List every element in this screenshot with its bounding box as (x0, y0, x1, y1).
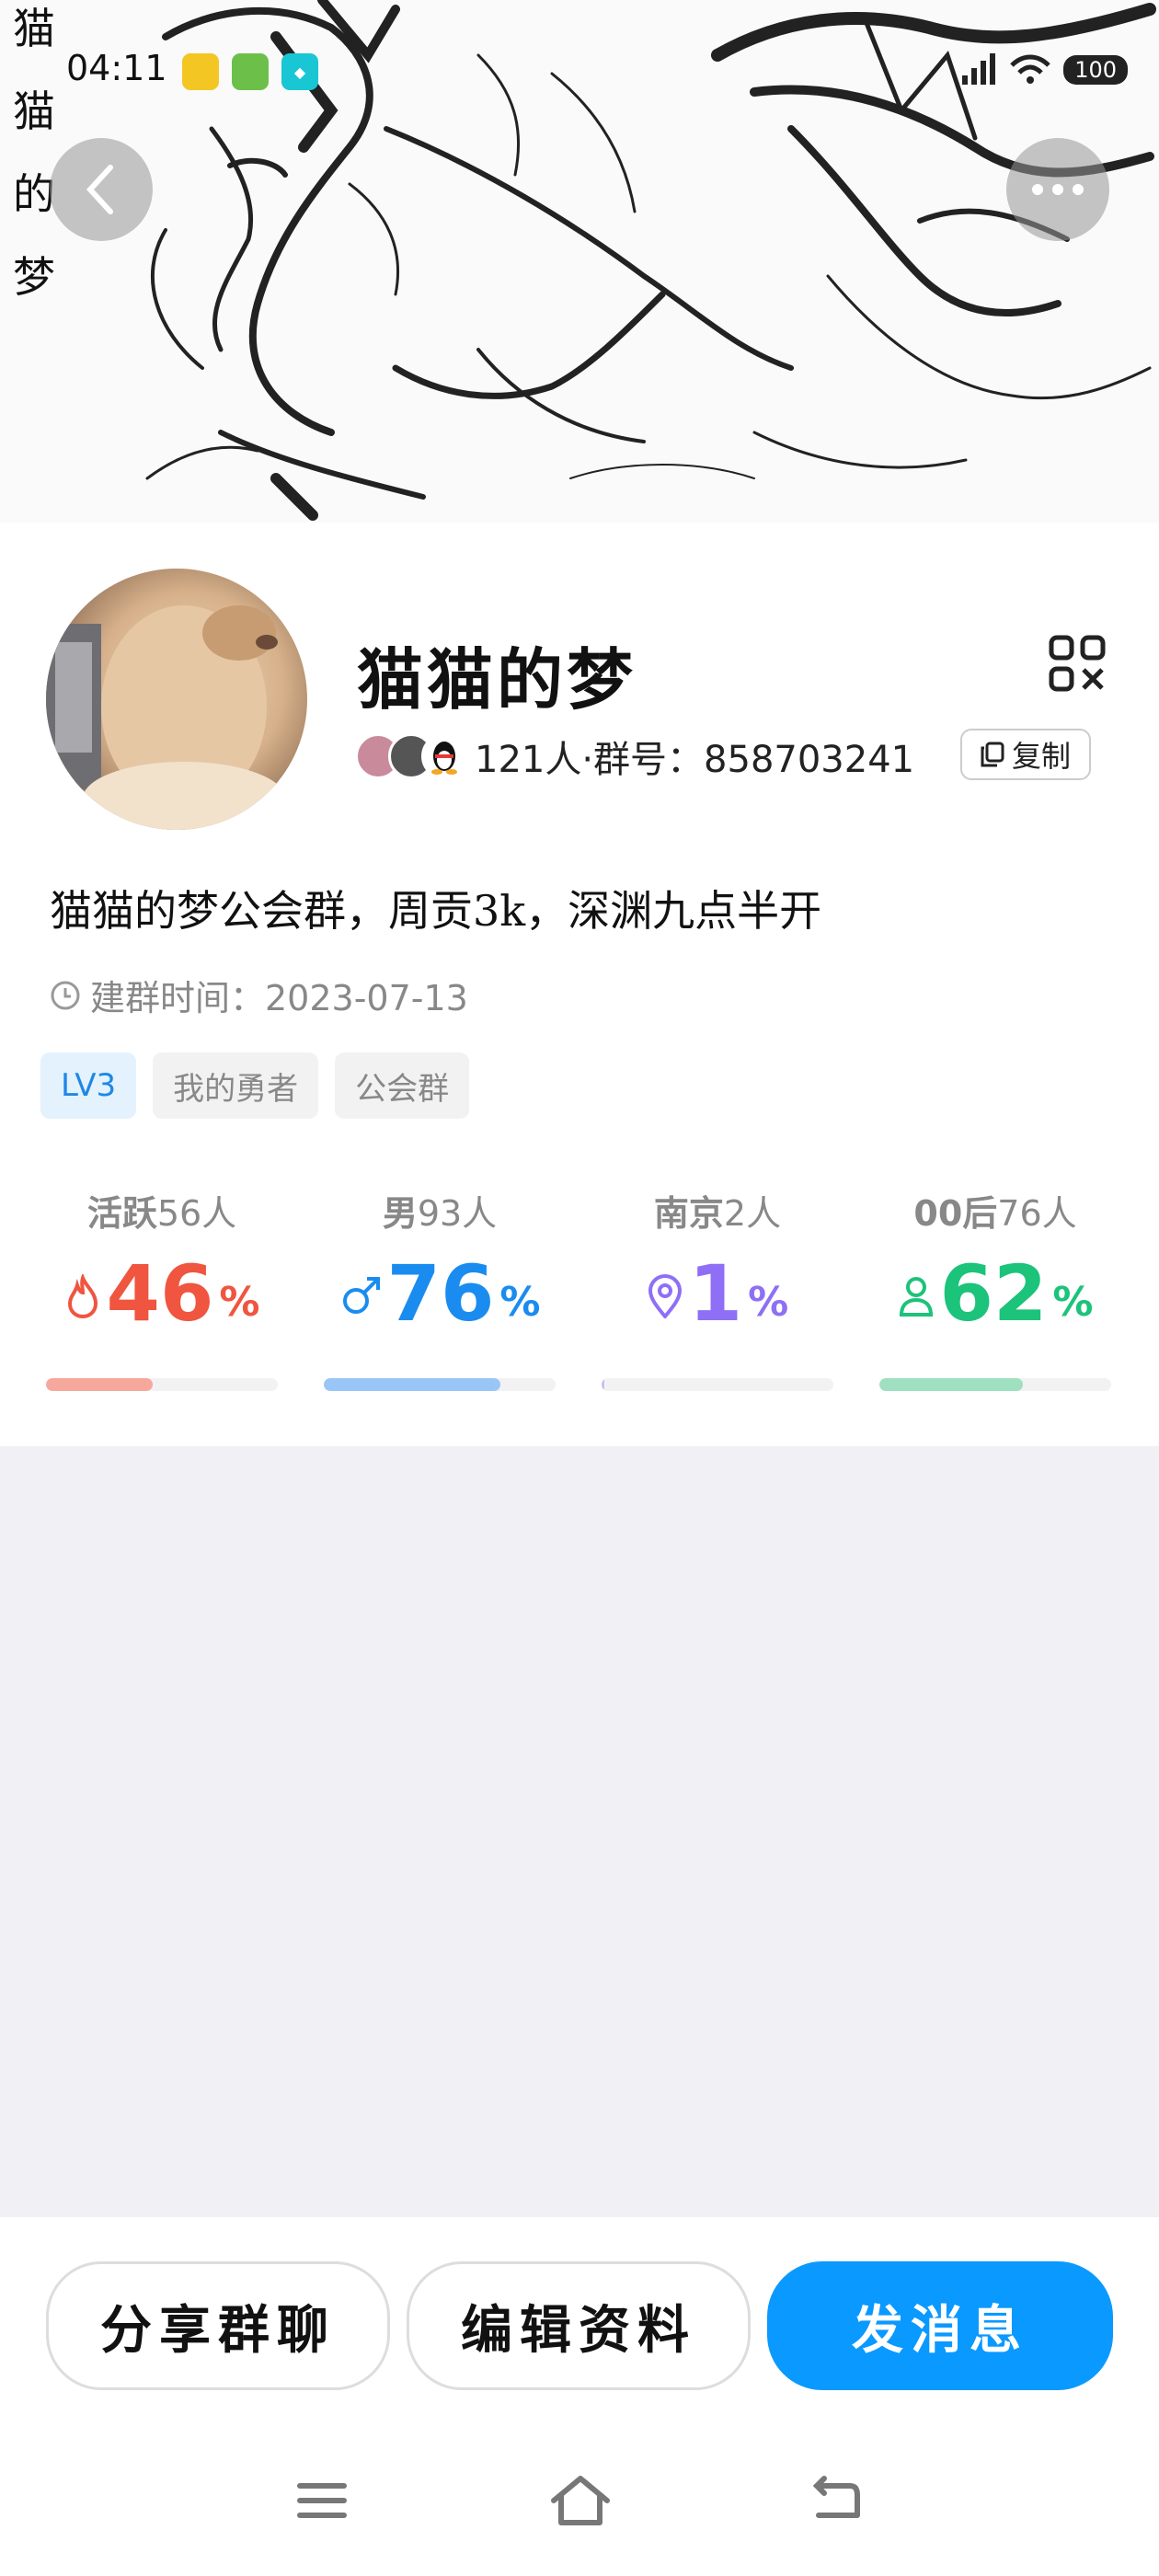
stat-label-text: 男 (382, 1193, 418, 1234)
stat-unit: % (219, 1279, 260, 1326)
stat-value: 62 (939, 1261, 1048, 1335)
stat-label: 南京2人 (602, 1185, 833, 1236)
stat-percent: 62% (879, 1261, 1111, 1335)
group-info-card: 猫猫的梦 121人·群号：858703241 复制 猫猫的梦公会群，周贡3k，深… (0, 523, 1159, 1446)
stat-progress-fill (324, 1378, 500, 1391)
member-stats: 活跃56人 46% 男93人 76% 南京2人 1% 00后76人 62% (0, 1185, 1159, 1391)
stat-percent: 76% (324, 1261, 556, 1335)
group-name: 猫猫的梦 (357, 640, 637, 719)
banner-image: 猫 猫 的 梦 04:11 ◆ 100 (0, 0, 1159, 523)
back-nav-icon[interactable] (809, 2473, 865, 2528)
more-button[interactable] (1006, 138, 1109, 241)
member-row[interactable]: 121人·群号：858703241 (355, 730, 914, 782)
status-right: 100 (960, 53, 1128, 86)
stat-column: 男93人 76% (324, 1185, 556, 1335)
stat-progress-fill (602, 1378, 604, 1391)
member-count-and-id: 121人·群号：858703241 (475, 739, 915, 781)
cat-avatar-image (46, 569, 307, 830)
banner-char: 梦 (13, 252, 55, 302)
stat-value: 1 (688, 1261, 743, 1335)
stat-column: 00后76人 62% (879, 1185, 1111, 1335)
group-profile-screen: 猫 猫 的 梦 04:11 ◆ 100 猫猫的梦 121人·群号：8587032… (0, 0, 1159, 2576)
system-nav-bar (0, 2473, 1159, 2556)
group-avatar[interactable] (46, 569, 307, 830)
penguin-avatar (421, 733, 467, 779)
penguin-icon (431, 742, 457, 775)
stat-progress-bar (879, 1378, 1111, 1391)
stat-percent: 46% (46, 1261, 278, 1335)
member-avatars (355, 733, 467, 779)
stat-label: 00后76人 (879, 1185, 1111, 1236)
created-date-text: 建群时间：2023-07-13 (90, 978, 468, 1018)
chevron-left-icon (86, 165, 113, 214)
home-icon[interactable] (548, 2473, 613, 2528)
flame-icon (64, 1272, 101, 1322)
stat-progress-bar (324, 1378, 556, 1391)
music-app-icon (182, 53, 219, 90)
stat-progress-fill (879, 1378, 1024, 1391)
send-message-button[interactable]: 发消息 (767, 2261, 1113, 2390)
tap-app-icon: ◆ (281, 53, 318, 90)
stat-count: 93人 (417, 1193, 498, 1234)
status-bar: 04:11 ◆ 100 (0, 0, 1159, 138)
level-tag: LV3 (40, 1052, 137, 1119)
status-time: 04:11 (66, 48, 167, 88)
bottom-action-bar: 分享群聊 编辑资料 发消息 (0, 2217, 1159, 2576)
stat-progress-bar (46, 1378, 278, 1391)
stat-count: 2人 (723, 1193, 782, 1234)
signal-icon (962, 53, 996, 85)
menu-icon[interactable] (294, 2473, 350, 2528)
stat-label-text: 00后 (913, 1193, 998, 1234)
tag-item[interactable]: 我的勇者 (153, 1052, 319, 1119)
stat-count: 76人 (997, 1193, 1077, 1234)
stat-value: 46 (106, 1261, 214, 1335)
share-group-button[interactable]: 分享群聊 (46, 2261, 390, 2390)
edit-profile-button[interactable]: 编辑资料 (407, 2261, 751, 2390)
person-icon (898, 1276, 935, 1320)
stat-label-text: 活跃 (86, 1193, 157, 1234)
clock-icon (51, 981, 80, 1009)
qr-code-button[interactable] (1049, 635, 1106, 696)
stat-count: 56人 (156, 1193, 237, 1234)
stat-progress-bar (602, 1378, 833, 1391)
security-app-icon (232, 53, 269, 90)
stat-column: 南京2人 1% (602, 1185, 833, 1335)
stat-label: 活跃56人 (46, 1185, 278, 1236)
stat-column: 活跃56人 46% (46, 1185, 278, 1335)
copy-label: 复制 (1011, 739, 1071, 774)
created-date-row: 建群时间：2023-07-13 (50, 970, 468, 1020)
stat-percent: 1% (602, 1261, 833, 1335)
tag-item[interactable]: 公会群 (335, 1052, 470, 1119)
stat-unit: % (748, 1279, 789, 1326)
stat-label: 男93人 (324, 1185, 556, 1236)
tag-list: LV3 我的勇者 公会群 (40, 1052, 470, 1119)
copy-icon (981, 742, 1004, 767)
group-description: 猫猫的梦公会群，周贡3k，深渊九点半开 (50, 886, 822, 936)
stat-unit: % (499, 1279, 541, 1326)
stat-progress-fill (46, 1378, 153, 1391)
stat-label-text: 南京 (653, 1193, 724, 1234)
location-icon (647, 1274, 683, 1322)
battery-indicator: 100 (1063, 55, 1128, 85)
copy-group-id-button[interactable]: 复制 (960, 729, 1091, 780)
male-icon (339, 1275, 382, 1321)
back-button[interactable] (50, 138, 153, 241)
more-dots-icon (1032, 184, 1084, 195)
qr-code-icon (1049, 635, 1106, 692)
stat-unit: % (1052, 1279, 1094, 1326)
wifi-icon (1010, 54, 1050, 84)
stat-value: 76 (386, 1261, 495, 1335)
